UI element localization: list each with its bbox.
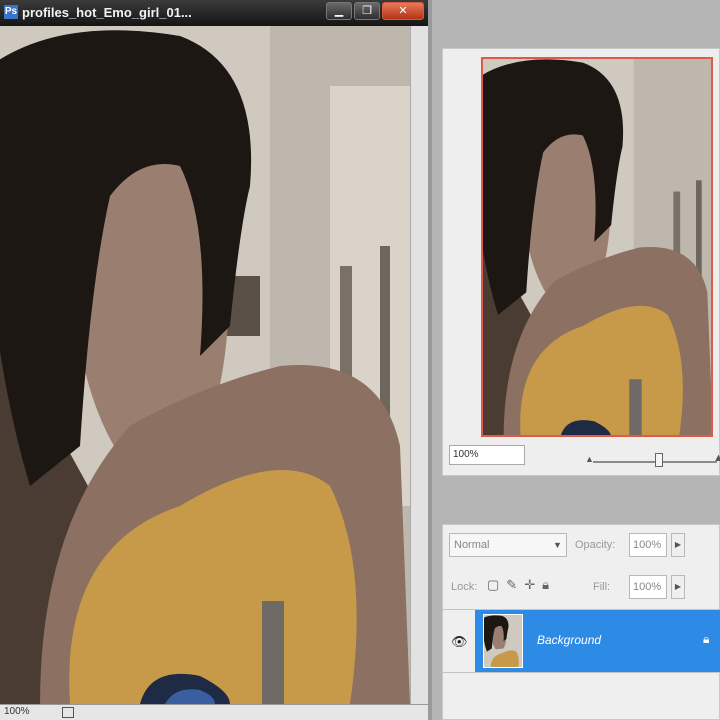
document-status-bar: 100% <box>0 704 428 720</box>
panels-dock: 100% ▲ ▲ Normal ▼ Opacity: 100% ▶ Lock: … <box>432 0 720 720</box>
opacity-label: Opacity: <box>575 539 616 551</box>
lock-icon: 🔒︎ <box>703 632 710 646</box>
minimize-button[interactable]: ▁ <box>326 2 352 20</box>
close-button[interactable]: ✕ <box>382 2 424 20</box>
lock-position-icon[interactable]: ✛ <box>524 577 535 593</box>
layer-name[interactable]: Background <box>537 633 601 647</box>
layer-selected-highlight[interactable]: Background 🔒︎ <box>475 610 720 672</box>
document-canvas[interactable] <box>0 26 410 704</box>
document-window: Ps profiles_hot_Emo_girl_01... ▁ ❐ ✕ 100… <box>0 0 428 720</box>
document-info-icon[interactable] <box>62 707 74 718</box>
chevron-down-icon[interactable]: ▼ <box>553 535 567 555</box>
canvas-photo <box>0 26 410 704</box>
vertical-scrollbar[interactable] <box>410 26 428 704</box>
window-controls: ▁ ❐ ✕ <box>326 2 424 20</box>
document-zoom-level[interactable]: 100% <box>4 706 30 717</box>
fill-label: Fill: <box>593 581 611 593</box>
lock-transparency-icon[interactable]: ▢ <box>487 577 499 593</box>
layer-thumbnail <box>483 614 523 668</box>
document-title: profiles_hot_Emo_girl_01... <box>22 5 192 20</box>
navigator-zoom-slider-knob[interactable] <box>655 453 663 467</box>
lock-options: ▢ ✎ ✛ 🔒︎ <box>487 577 549 593</box>
maximize-button[interactable]: ❐ <box>354 2 380 20</box>
layers-panel: Normal ▼ Opacity: 100% ▶ Lock: ▢ ✎ ✛ 🔒︎ … <box>442 524 720 720</box>
app-icon: Ps <box>4 5 18 19</box>
opacity-field[interactable]: 100% <box>629 533 667 557</box>
layer-thumb-photo <box>484 615 522 667</box>
lock-label: Lock: <box>451 581 478 593</box>
blend-mode-select[interactable]: Normal <box>449 533 567 557</box>
opacity-arrow-icon[interactable]: ▶ <box>671 533 685 557</box>
eye-icon[interactable]: 👁︎ <box>451 634 468 650</box>
layer-row[interactable]: 👁︎ Background 🔒︎ <box>443 609 720 673</box>
navigator-panel: 100% ▲ ▲ <box>442 48 720 476</box>
fill-arrow-icon[interactable]: ▶ <box>671 575 685 599</box>
lock-all-icon[interactable]: 🔒︎ <box>542 577 549 593</box>
zoom-in-icon[interactable]: ▲ <box>713 452 720 464</box>
navigator-zoom-field[interactable]: 100% <box>449 445 525 465</box>
photoshop-workspace: Ps profiles_hot_Emo_girl_01... ▁ ❐ ✕ 100… <box>0 0 720 720</box>
fill-field[interactable]: 100% <box>629 575 667 599</box>
document-titlebar[interactable]: Ps profiles_hot_Emo_girl_01... ▁ ❐ ✕ <box>0 0 428 26</box>
navigator-view-box[interactable] <box>481 57 713 437</box>
lock-image-icon[interactable]: ✎ <box>506 577 517 593</box>
